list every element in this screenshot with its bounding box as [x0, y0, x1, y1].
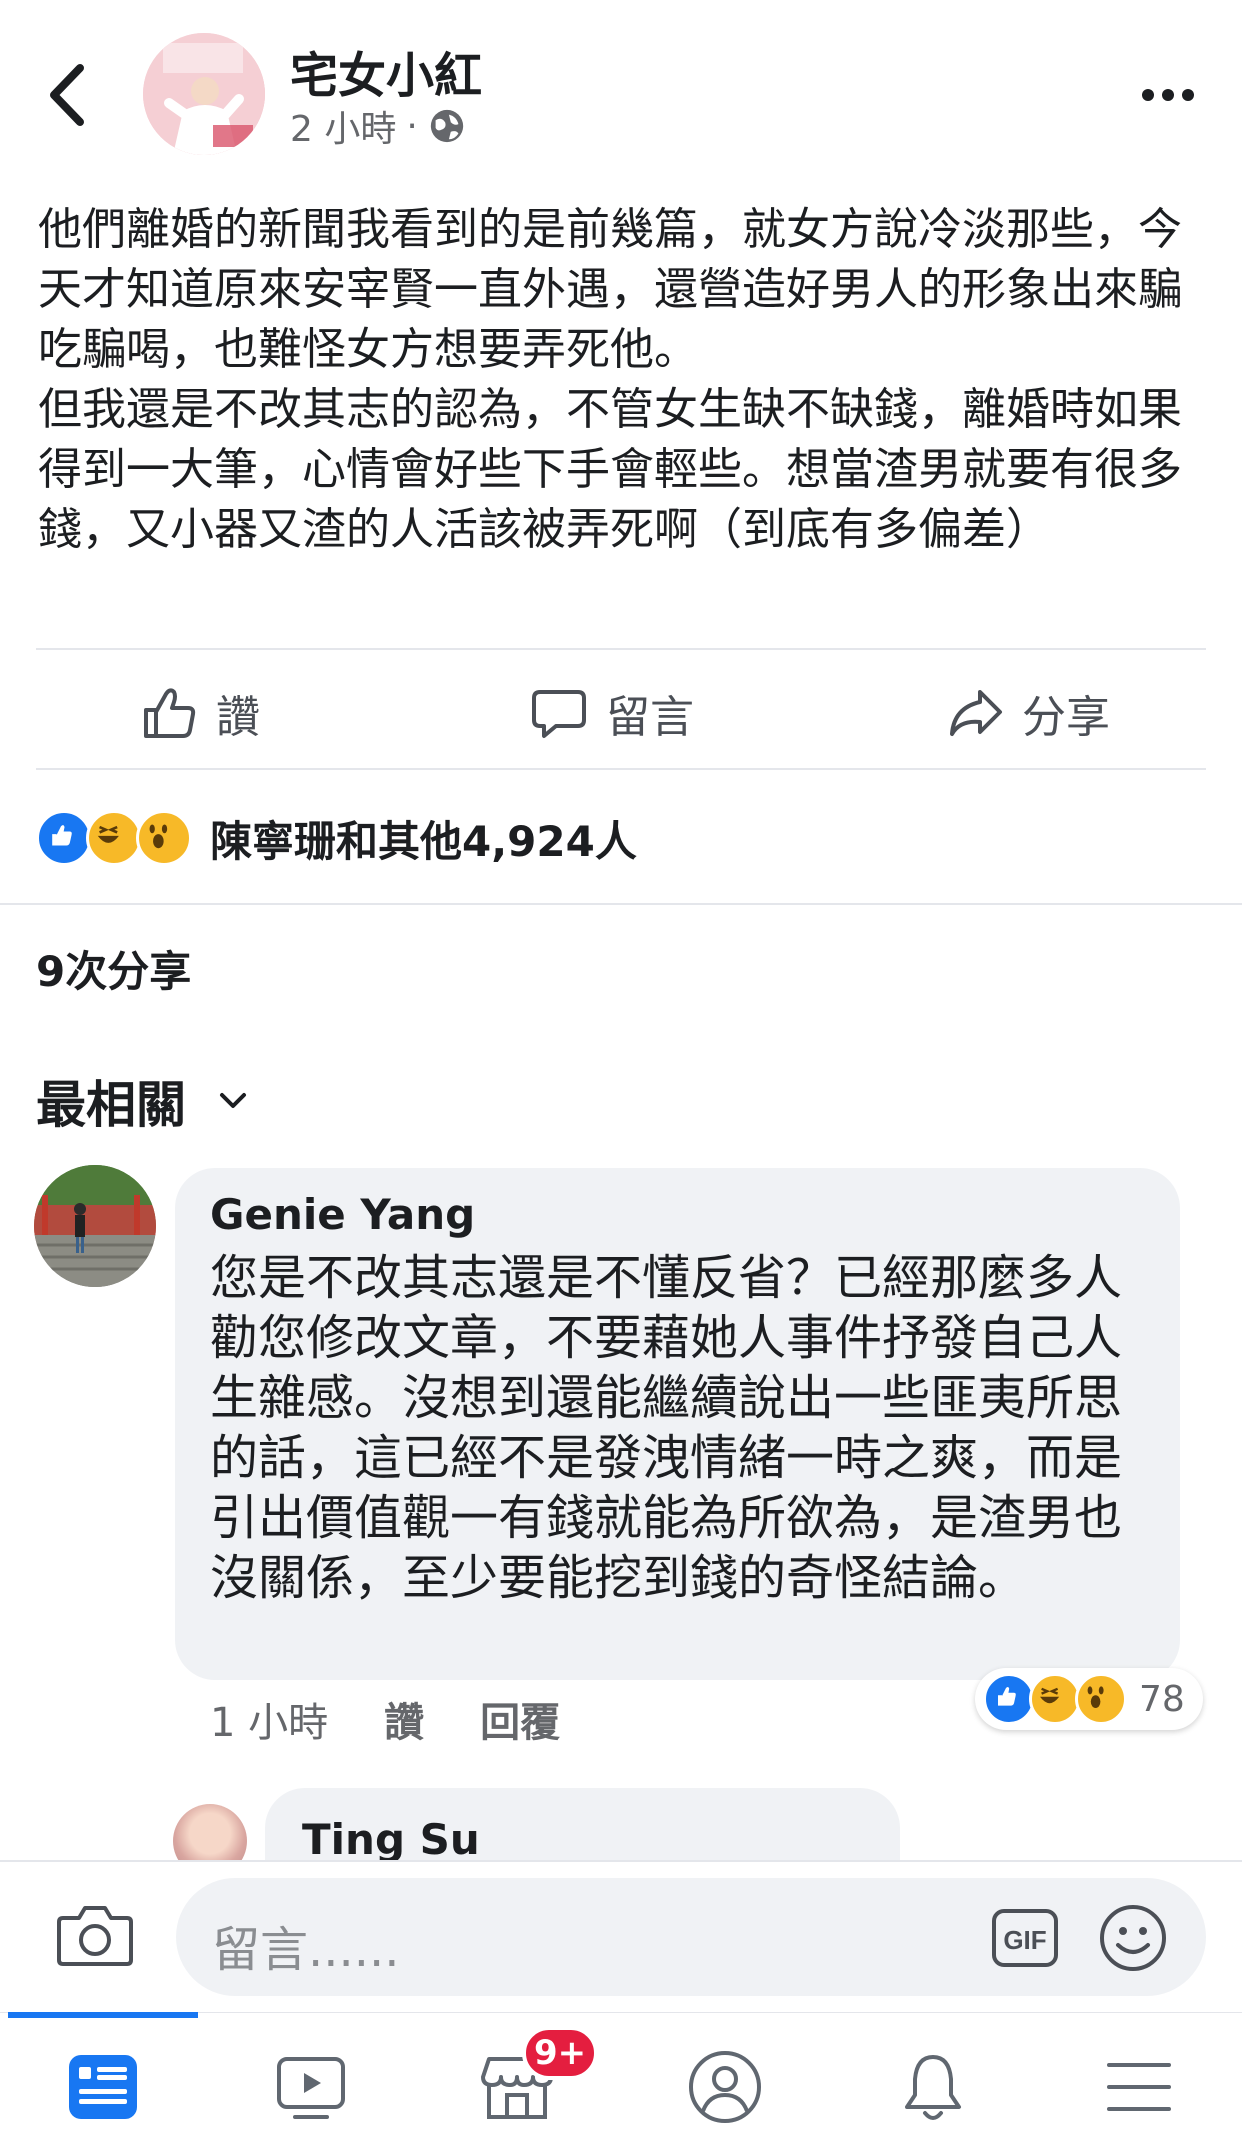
news-feed-icon — [69, 2055, 137, 2119]
back-button[interactable] — [40, 60, 100, 130]
comment-like-button[interactable]: 讚 — [384, 1690, 424, 1748]
active-tab-indicator — [8, 2012, 198, 2018]
video-play-icon — [277, 2057, 345, 2119]
post-meta: 2 小時 · — [290, 100, 466, 152]
comment-reaction-count: 78 — [1139, 1678, 1185, 1720]
emoji-button[interactable] — [1098, 1903, 1168, 1973]
post-text: 他們離婚的新聞我看到的是前幾篇，就女方說冷淡那些，今天才知道原來安宰賢一直外遇，… — [38, 204, 1182, 555]
wow-reaction-icon — [1075, 1673, 1127, 1725]
gif-label: GIF — [1003, 1925, 1046, 1955]
globe-icon — [430, 109, 463, 143]
like-button[interactable]: 讚 — [140, 680, 260, 746]
comment-author[interactable]: Ting Su — [302, 1815, 480, 1864]
tab-watch[interactable] — [256, 2042, 366, 2132]
haha-reaction-icon — [1029, 1673, 1081, 1725]
divider — [0, 903, 1242, 905]
reactions-summary[interactable]: 陳寧珊和其他4,924人 — [36, 808, 637, 868]
speech-bubble-icon — [532, 690, 586, 738]
wow-reaction-icon — [136, 810, 192, 866]
haha-reaction-icon — [86, 810, 142, 866]
gif-icon: GIF — [992, 1909, 1058, 1967]
notification-badge: 9+ — [522, 2026, 599, 2080]
share-button[interactable]: 分享 — [946, 680, 1110, 746]
smiley-icon — [1100, 1905, 1166, 1971]
author-name[interactable]: 宅女小紅 — [290, 36, 482, 106]
comment-author[interactable]: Genie Yang — [210, 1190, 475, 1239]
share-label: 分享 — [1022, 692, 1110, 743]
comment-input-placeholder: 留言...... — [212, 1922, 400, 1978]
avatar-image — [143, 33, 265, 155]
camera-button[interactable] — [55, 1900, 135, 1970]
avatar-image — [34, 1165, 156, 1287]
tab-menu[interactable] — [1084, 2042, 1194, 2132]
author-avatar[interactable] — [143, 33, 265, 155]
tab-news-feed[interactable] — [48, 2042, 158, 2132]
tab-profile[interactable] — [670, 2042, 780, 2132]
hamburger-menu-icon — [1107, 2063, 1171, 2111]
sort-label: 最相關 — [36, 1076, 186, 1134]
divider — [36, 648, 1206, 650]
bell-icon — [905, 2055, 961, 2120]
like-label: 讚 — [216, 692, 260, 743]
divider — [36, 768, 1206, 770]
more-options-button[interactable] — [1140, 80, 1196, 110]
bottom-tab-bar — [0, 2012, 1242, 2148]
thumbs-up-icon — [144, 688, 196, 738]
comment-sort-dropdown[interactable]: 最相關 — [36, 1065, 250, 1137]
camera-icon — [57, 1906, 133, 1966]
chevron-left-icon — [50, 64, 84, 126]
reactions-count-text[interactable]: 陳寧珊和其他4,924人 — [210, 808, 637, 869]
meta-separator: · — [406, 105, 418, 147]
like-reaction-icon — [36, 810, 92, 866]
comment-button[interactable]: 留言 — [530, 680, 694, 746]
like-reaction-icon — [983, 1673, 1035, 1725]
comment-label: 留言 — [606, 692, 694, 743]
comment-text: 您是不改其志還是不懂反省？已經那麼多人勸您修改文章，不要藉她人事件抒發自己人生雜… — [210, 1250, 1123, 1606]
commenter-avatar[interactable] — [34, 1165, 156, 1287]
post-time[interactable]: 2 小時 — [290, 100, 396, 152]
shares-count[interactable]: 9次分享 — [36, 938, 191, 999]
tab-notifications[interactable] — [878, 2042, 988, 2132]
comment-reactions[interactable]: 78 — [975, 1668, 1203, 1730]
profile-icon — [689, 2051, 761, 2123]
more-dots-icon — [1142, 89, 1194, 101]
chevron-down-icon — [220, 1093, 246, 1108]
share-arrow-icon — [950, 690, 1002, 736]
comment-meta: 1 小時 讚 回覆 — [210, 1690, 560, 1748]
comment-time: 1 小時 — [210, 1700, 329, 1746]
gif-button[interactable]: GIF — [990, 1905, 1060, 1971]
comment-reply-button[interactable]: 回覆 — [480, 1690, 560, 1748]
